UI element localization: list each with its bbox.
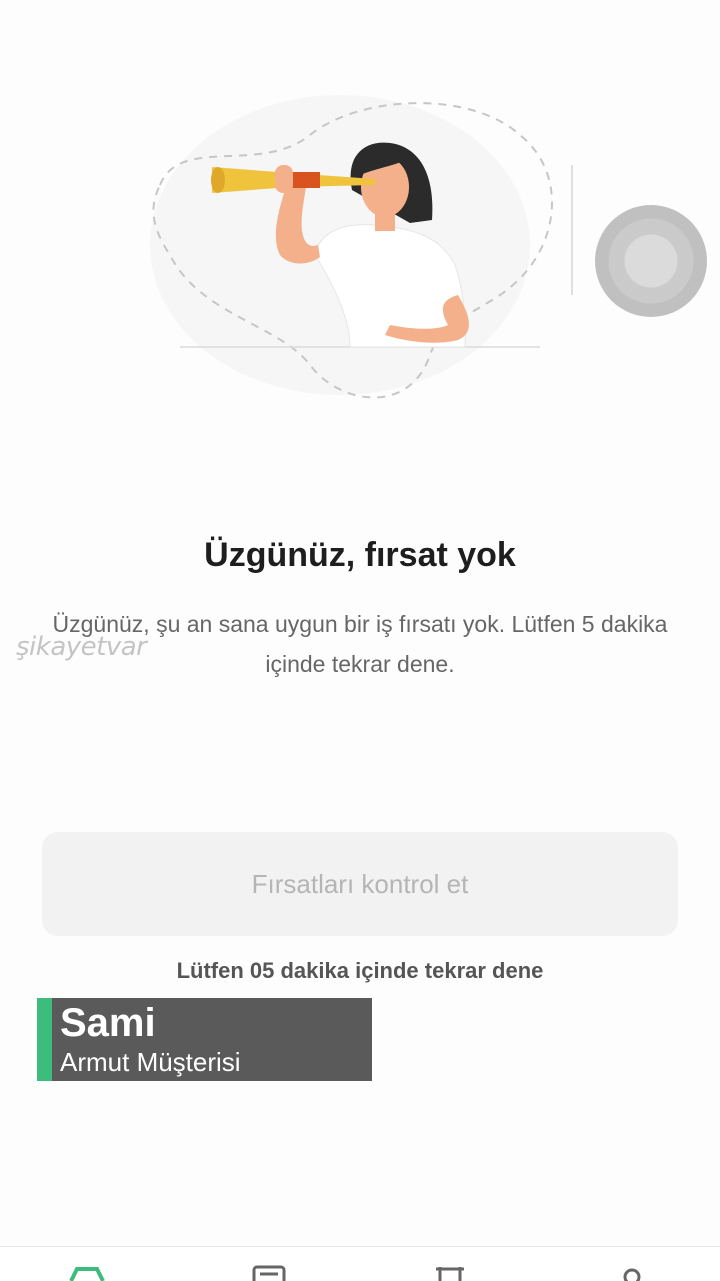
- speaker-caption: Sami Armut Müşterisi: [37, 998, 372, 1081]
- no-opportunity-illustration: [150, 95, 573, 399]
- nav-home[interactable]: [67, 1265, 107, 1281]
- document-icon: [252, 1265, 286, 1281]
- bottom-navigation: [0, 1246, 720, 1281]
- nav-achievements[interactable]: [430, 1265, 470, 1281]
- nav-jobs[interactable]: [250, 1265, 290, 1281]
- empty-state-title: Üzgünüz, fırsat yok: [204, 536, 516, 574]
- check-opportunities-button[interactable]: Fırsatları kontrol et: [42, 832, 678, 936]
- empty-state-message: Üzgünüz, şu an sana uygun bir iş fırsatı…: [52, 611, 668, 677]
- trophy-icon: [436, 1267, 464, 1281]
- retry-countdown-text: Lütfen 05 dakika içinde tekrar dene: [176, 958, 544, 983]
- caption-accent-bar: [37, 998, 52, 1081]
- speaker-role: Armut Müşterisi: [60, 1047, 241, 1077]
- user-icon: [623, 1268, 641, 1281]
- nav-profile[interactable]: [612, 1265, 652, 1281]
- speaker-name: Sami: [60, 1001, 156, 1045]
- floating-action-circle[interactable]: [595, 205, 707, 317]
- home-icon: [69, 1267, 105, 1281]
